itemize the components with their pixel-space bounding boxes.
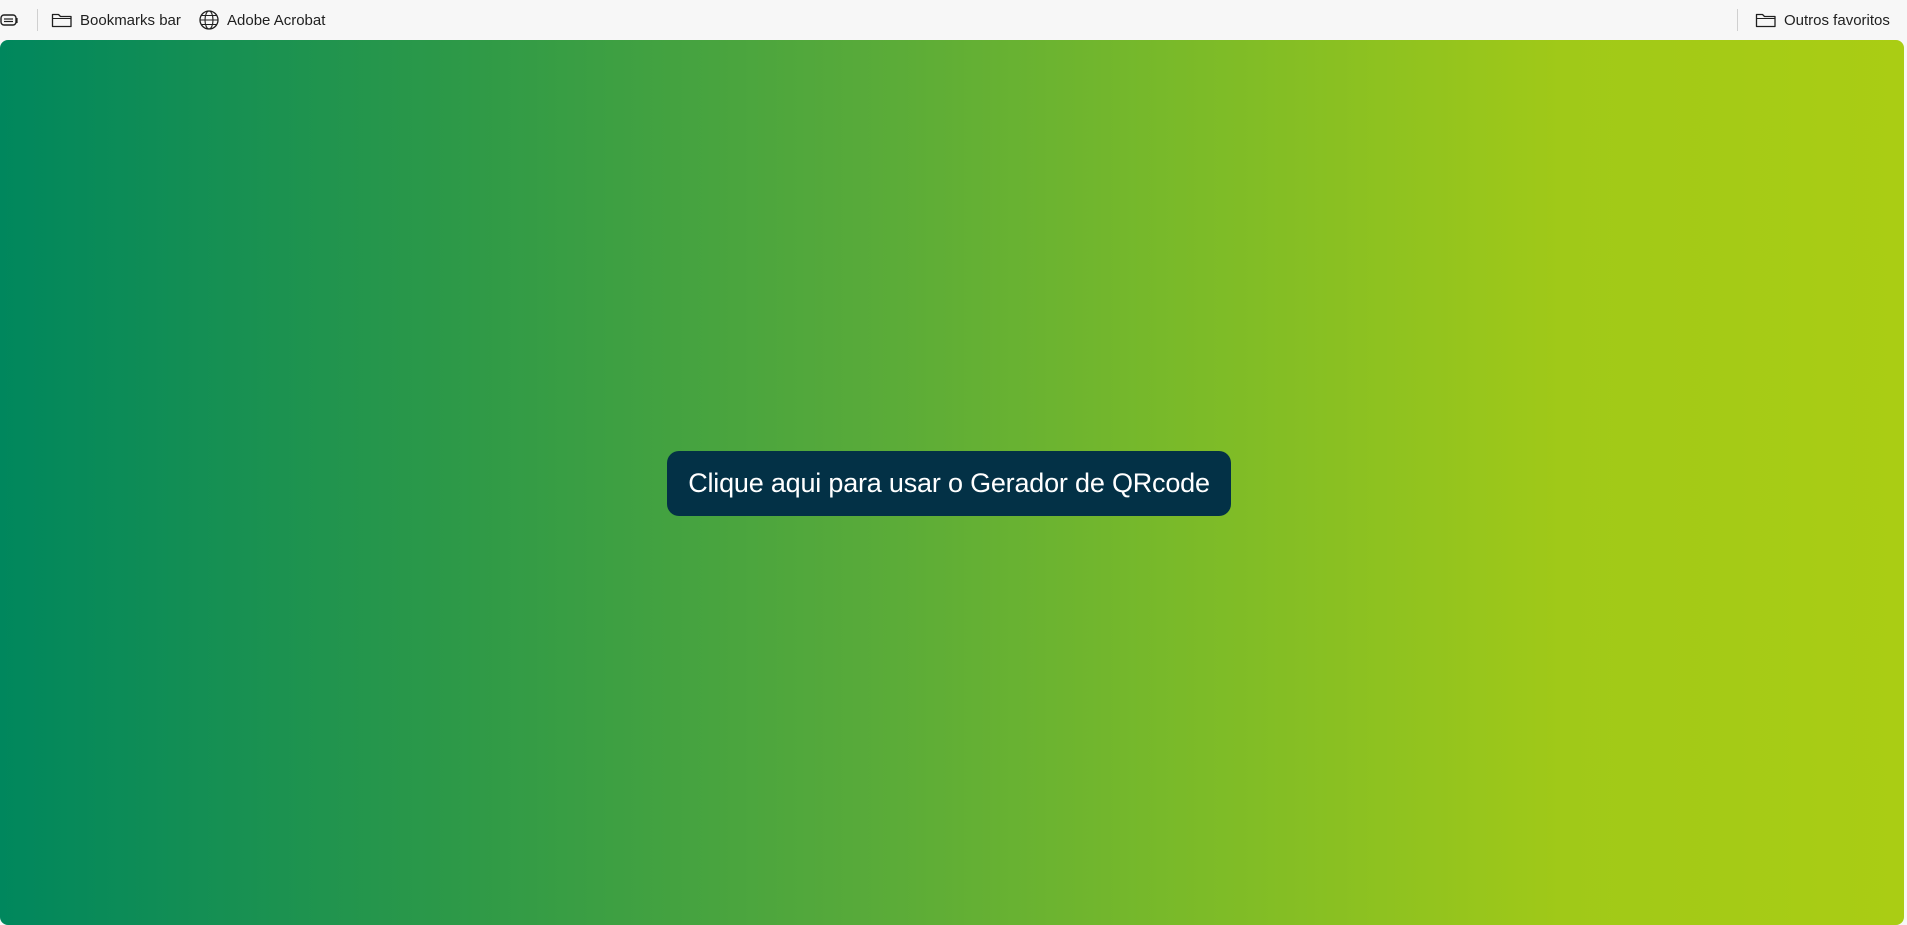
bookmark-label: Adobe Acrobat: [227, 11, 326, 29]
bookmark-folder-bookmarks-bar[interactable]: Bookmarks bar: [51, 0, 181, 40]
bookmark-folder-outros-favoritos[interactable]: Outros favoritos: [1755, 0, 1890, 40]
page-content: Clique aqui para usar o Gerador de QRcod…: [0, 40, 1904, 925]
folder-icon: [51, 13, 72, 28]
collections-icon: [0, 14, 18, 26]
bookmark-label: Outros favoritos: [1784, 11, 1890, 29]
collections-icon-button[interactable]: [0, 0, 20, 40]
bookmark-label: Bookmarks bar: [80, 11, 181, 29]
bookmarks-separator: [1737, 9, 1738, 31]
qrcode-generator-button[interactable]: Clique aqui para usar o Gerador de QRcod…: [667, 451, 1231, 516]
bookmarks-bar: Bookmarks bar Adobe Acrobat Outros favor…: [0, 0, 1907, 40]
globe-icon: [199, 10, 219, 30]
folder-icon: [1755, 13, 1776, 28]
bookmark-adobe-acrobat[interactable]: Adobe Acrobat: [198, 0, 325, 40]
bookmarks-separator: [37, 9, 38, 31]
